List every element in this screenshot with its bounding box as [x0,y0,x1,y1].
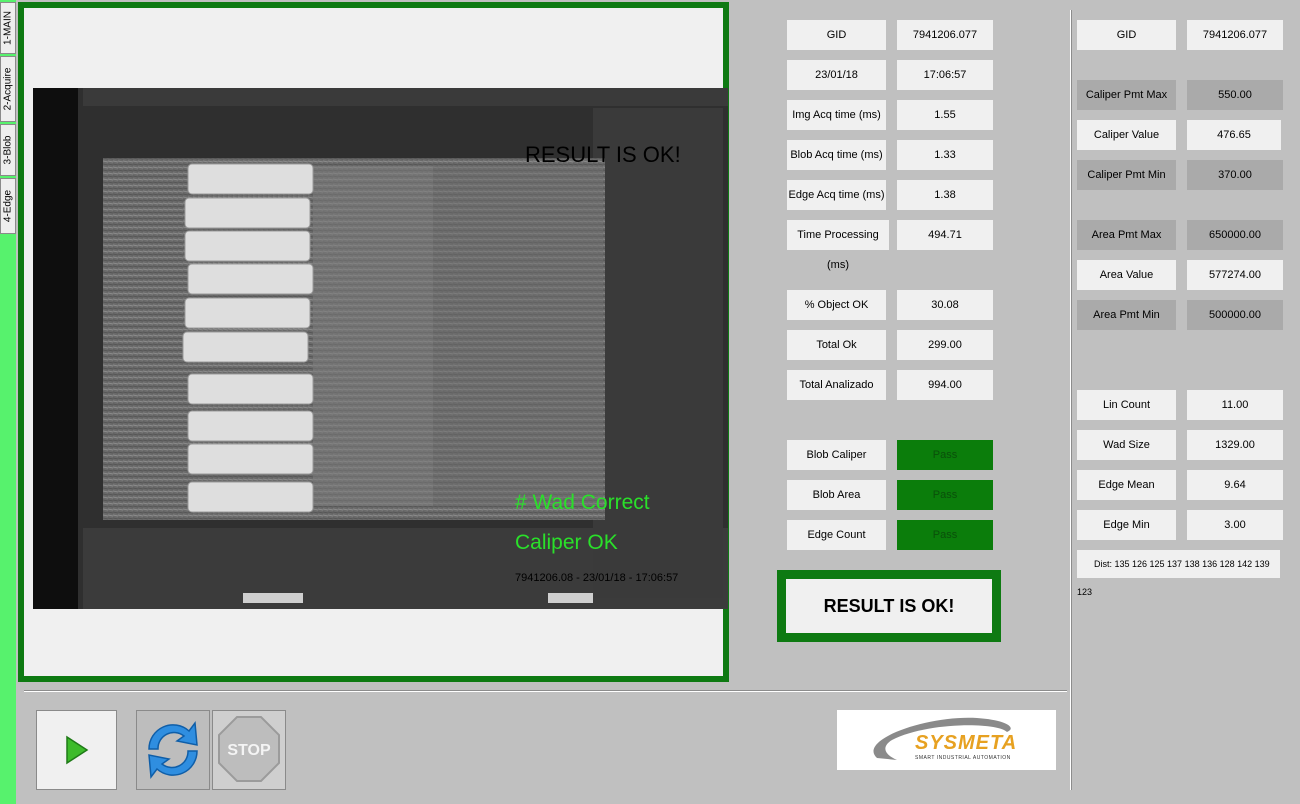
img-acq-value: 1.55 [897,100,993,130]
result-banner-text: RESULT IS OK! [786,579,992,633]
area-value-label: Area Value [1077,260,1176,290]
area-max-label: Area Pmt Max [1077,220,1176,250]
tab-edge[interactable]: 4-Edge [0,178,16,234]
stop-sign-icon: STOP [218,716,280,782]
caliper-value-label: Caliper Value [1077,120,1176,150]
total-analyzed-value: 994.00 [897,370,993,400]
img-acq-label: Img Acq time (ms) [787,100,886,130]
caliper-max-value: 550.00 [1187,80,1283,110]
edge-acq-value: 1.38 [897,180,993,210]
time-processing-value: 494.71 [897,220,993,250]
caliper-min-value: 370.00 [1187,160,1283,190]
edge-count-status: Pass [897,520,993,550]
play-icon [66,735,89,765]
gid-label: GID [787,20,886,50]
tab-main[interactable]: 1-MAIN [0,2,16,54]
edge-mean-value: 9.64 [1187,470,1283,500]
tab-edge-label: 4-Edge [2,189,14,223]
time-processing-label: Time Processing (ms) [787,220,889,271]
logo-brand-text: SYSMETA [915,732,1018,754]
tab-blob[interactable]: 3-Blob [0,124,16,176]
date-value: 23/01/18 [787,60,886,90]
refresh-button[interactable] [136,710,210,790]
distance-readout-text: Dist: 135 126 125 137 138 136 128 142 13… [1077,559,1270,597]
tab-main-label: 1-MAIN [2,11,14,45]
sysmeta-logo: SYSMETA SMART INDUSTRIAL AUTOMATION [837,710,1056,770]
edge-acq-label: Edge Acq time (ms) [787,180,886,210]
overlay-result-text: RESULT IS OK! [525,142,681,167]
stop-label: STOP [227,742,271,759]
caliper-min-label: Caliper Pmt Min [1077,160,1176,190]
total-ok-value: 299.00 [897,330,993,360]
distance-readout: Dist: 135 126 125 137 138 136 128 142 13… [1077,550,1280,597]
total-analyzed-label: Total Analizado [787,370,886,400]
area-min-value: 500000.00 [1187,300,1283,330]
refresh-icon [148,720,198,780]
caliper-value: 476.65 [1187,120,1281,150]
tab-acquire[interactable]: 2-Acquire [0,56,16,122]
tab-acquire-label: 2-Acquire [2,67,14,111]
edge-min-label: Edge Min [1077,510,1176,540]
column-divider [1070,10,1071,790]
logo-tagline: SMART INDUSTRIAL AUTOMATION [915,755,1011,761]
tab-strip: 1-MAIN 2-Acquire 3-Blob 4-Edge [0,0,16,804]
wad-size-value: 1329.00 [1187,430,1283,460]
lin-count-label: Lin Count [1077,390,1176,420]
stop-button[interactable]: STOP [212,710,286,790]
overlay-caliper-text: Caliper OK [515,531,618,554]
image-viewer: RESULT IS OK! # Wad Correct Caliper OK 7… [18,2,729,682]
edge-count-label: Edge Count [787,520,886,550]
blob-caliper-label: Blob Caliper [787,440,886,470]
overlay-wad-text: # Wad Correct [515,491,650,514]
edge-mean-label: Edge Mean [1077,470,1176,500]
caliper-max-label: Caliper Pmt Max [1077,80,1176,110]
blob-area-label: Blob Area [787,480,886,510]
blob-caliper-status: Pass [897,440,993,470]
total-ok-label: Total Ok [787,330,886,360]
camera-image: RESULT IS OK! # Wad Correct Caliper OK 7… [33,88,728,609]
edge-min-value: 3.00 [1187,510,1283,540]
play-button[interactable] [36,710,117,790]
area-value: 577274.00 [1187,260,1283,290]
overlay-timestamp: 7941206.08 - 23/01/18 - 17:06:57 [515,572,679,584]
time-value: 17:06:57 [897,60,993,90]
lin-count-value: 11.00 [1187,390,1283,420]
bottom-divider [24,690,1067,691]
wad-size-label: Wad Size [1077,430,1176,460]
area-max-value: 650000.00 [1187,220,1283,250]
blob-acq-value: 1.33 [897,140,993,170]
area-min-label: Area Pmt Min [1077,300,1176,330]
blob-area-status: Pass [897,480,993,510]
result-banner: RESULT IS OK! [777,570,1001,642]
blob-acq-label: Blob Acq time (ms) [787,140,886,170]
gid-value: 7941206.077 [897,20,993,50]
object-ok-pct-label: % Object OK [787,290,886,320]
object-ok-pct-value: 30.08 [897,290,993,320]
right-gid-label: GID [1077,20,1176,50]
tab-blob-label: 3-Blob [2,135,14,165]
right-gid-value: 7941206.077 [1187,20,1283,50]
